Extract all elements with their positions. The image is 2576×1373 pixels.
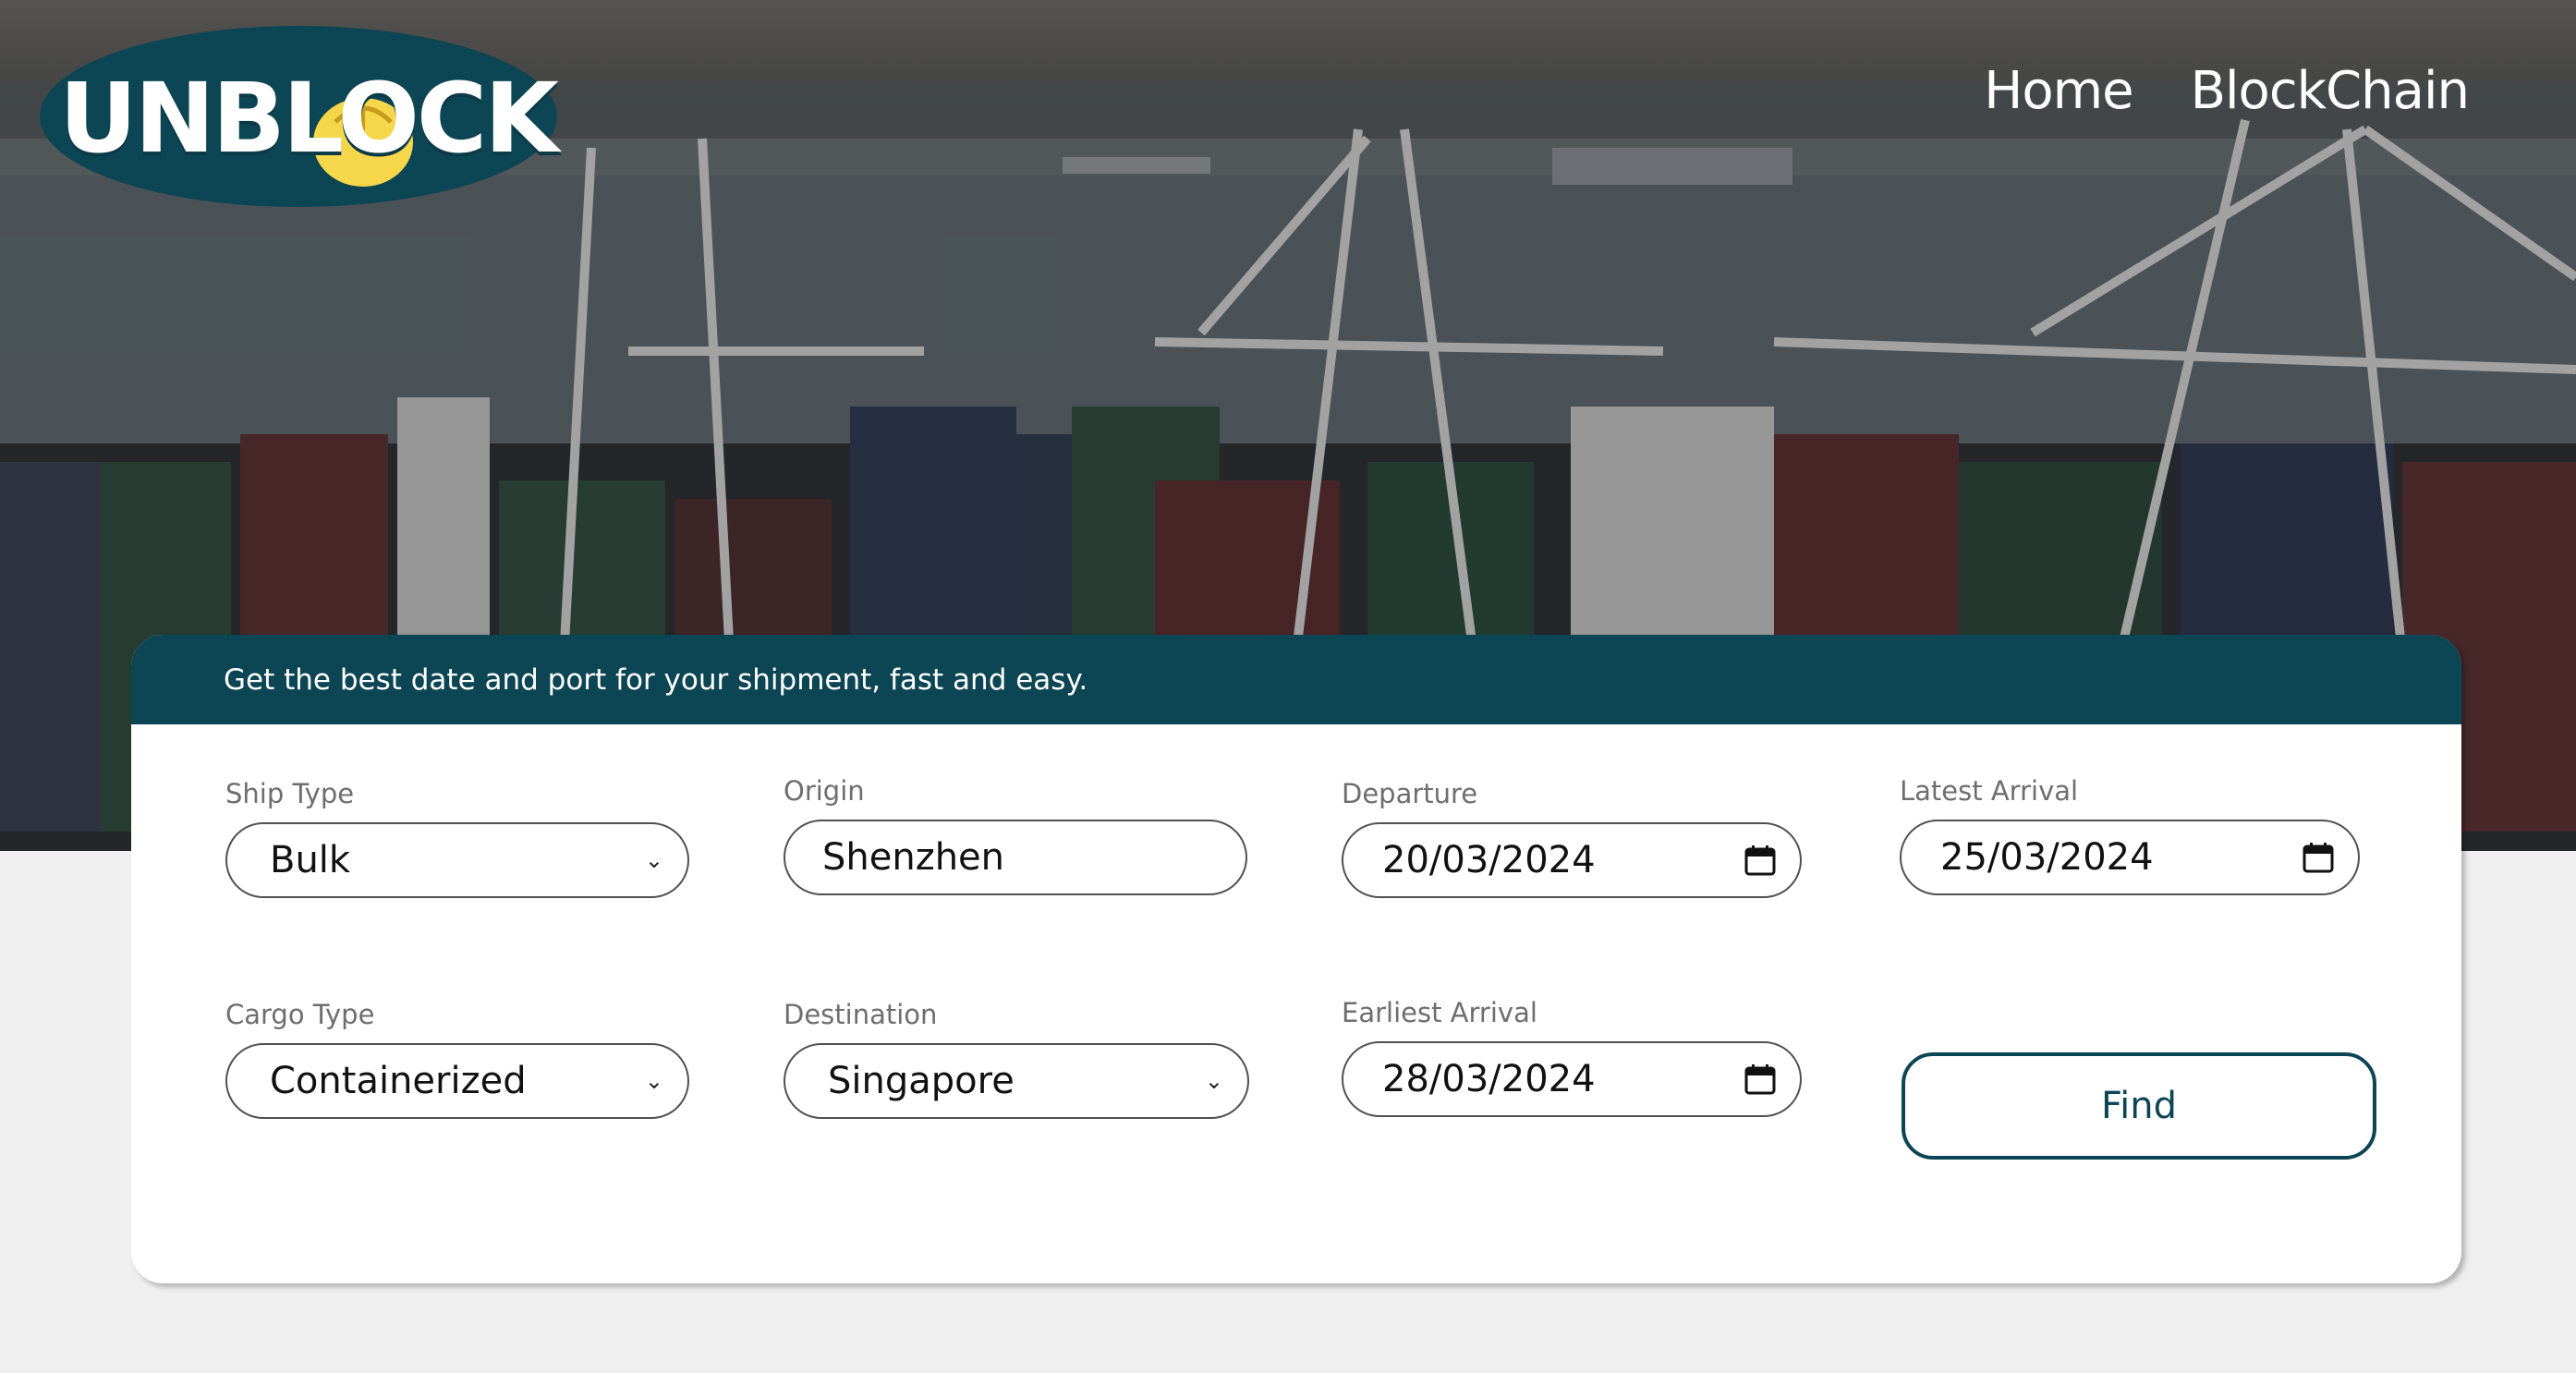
search-card-header: Get the best date and port for your ship… (131, 635, 2461, 724)
origin-field: Origin Shenzhen (784, 775, 1247, 895)
ship-type-select[interactable]: Bulk ⌄ (225, 822, 689, 898)
latest-arrival-field: Latest Arrival 25/03/2024 (1900, 775, 2360, 895)
calendar-icon[interactable] (2303, 842, 2334, 873)
nav-blockchain-link[interactable]: BlockChain (2191, 61, 2470, 121)
unblock-logo[interactable]: UNBLOCK (35, 20, 580, 213)
origin-input[interactable]: Shenzhen (784, 820, 1247, 895)
cargo-type-field: Cargo Type Containerized ⌄ (225, 999, 689, 1119)
cargo-type-select[interactable]: Containerized ⌄ (225, 1043, 689, 1119)
departure-field: Departure 20/03/2024 (1342, 778, 1802, 898)
departure-label: Departure (1342, 778, 1478, 809)
logo-text: UNBLOCK (59, 62, 559, 175)
latest-arrival-label: Latest Arrival (1900, 775, 2079, 807)
destination-field: Destination Singapore ⌄ (784, 999, 1249, 1119)
latest-arrival-date-input[interactable]: 25/03/2024 (1900, 820, 2360, 895)
top-nav: Home BlockChain (1984, 61, 2470, 121)
earliest-arrival-date-input[interactable]: 28/03/2024 (1342, 1041, 1802, 1117)
destination-label: Destination (784, 999, 938, 1030)
earliest-arrival-field: Earliest Arrival 28/03/2024 (1342, 997, 1802, 1117)
shipment-search-card: Get the best date and port for your ship… (131, 635, 2461, 1283)
chevron-down-icon: ⌄ (1204, 1068, 1223, 1094)
find-button[interactable]: Find (1902, 1052, 2376, 1160)
departure-date-input[interactable]: 20/03/2024 (1342, 822, 1802, 898)
ship-type-field: Ship Type Bulk ⌄ (225, 778, 689, 898)
origin-label: Origin (784, 775, 865, 807)
chevron-down-icon: ⌄ (644, 1068, 663, 1094)
ship-type-label: Ship Type (225, 778, 355, 809)
calendar-icon[interactable] (1744, 844, 1776, 876)
cargo-type-label: Cargo Type (225, 999, 375, 1030)
earliest-arrival-label: Earliest Arrival (1342, 997, 1537, 1028)
chevron-down-icon: ⌄ (644, 847, 663, 873)
nav-home-link[interactable]: Home (1984, 61, 2133, 121)
destination-select[interactable]: Singapore ⌄ (784, 1043, 1249, 1119)
calendar-icon[interactable] (1744, 1063, 1776, 1095)
